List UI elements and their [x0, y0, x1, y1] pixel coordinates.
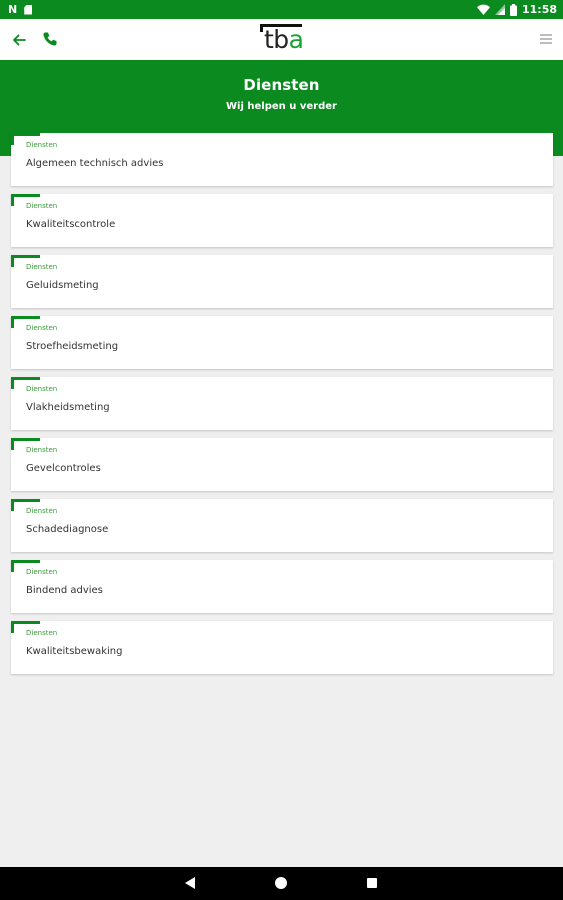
logo-text-a: a	[288, 25, 304, 54]
service-title: Algemeen technisch advies	[26, 158, 164, 169]
card-accent	[11, 194, 14, 206]
system-nav-bar	[0, 867, 563, 900]
service-category: Diensten	[26, 385, 58, 393]
service-title: Bindend advies	[26, 585, 103, 596]
service-card[interactable]: Diensten Vlakheidsmeting	[11, 377, 553, 430]
status-bar-left: N	[8, 3, 33, 16]
service-category: Diensten	[26, 629, 58, 637]
service-card[interactable]: Diensten Algemeen technisch advies	[11, 133, 553, 186]
card-accent	[11, 255, 40, 258]
card-accent	[11, 560, 40, 563]
service-category: Diensten	[26, 263, 58, 271]
card-accent	[11, 316, 14, 328]
service-card[interactable]: Diensten Geluidsmeting	[11, 255, 553, 308]
service-card[interactable]: Diensten Schadediagnose	[11, 499, 553, 552]
menu-line	[540, 38, 552, 40]
nav-home-icon[interactable]	[275, 877, 287, 889]
service-card[interactable]: Diensten Gevelcontroles	[11, 438, 553, 491]
services-list: Diensten Algemeen technisch advies Diens…	[11, 133, 553, 682]
service-title: Geluidsmeting	[26, 280, 99, 291]
card-accent	[11, 133, 40, 136]
logo-tick	[260, 24, 263, 32]
card-accent	[11, 316, 40, 319]
card-accent	[11, 255, 14, 267]
card-accent	[11, 438, 14, 450]
card-accent	[11, 499, 40, 502]
card-accent	[11, 621, 14, 633]
tba-logo: tba	[258, 22, 310, 56]
n-notification-icon: N	[8, 3, 18, 16]
menu-line	[540, 42, 552, 44]
status-bar: N 11:58	[0, 0, 563, 19]
page-title: Diensten	[243, 76, 320, 94]
card-accent	[11, 133, 14, 145]
service-card[interactable]: Diensten Stroefheidsmeting	[11, 316, 553, 369]
back-arrow-icon[interactable]	[10, 31, 28, 49]
card-accent	[11, 438, 40, 441]
service-category: Diensten	[26, 141, 58, 149]
status-bar-right: 11:58	[476, 2, 557, 17]
service-card[interactable]: Diensten Kwaliteitsbewaking	[11, 621, 553, 674]
service-category: Diensten	[26, 568, 58, 576]
service-card[interactable]: Diensten Bindend advies	[11, 560, 553, 613]
wifi-icon	[476, 4, 490, 15]
page-subtitle: Wij helpen u verder	[226, 101, 337, 112]
service-title: Kwaliteitsbewaking	[26, 646, 123, 657]
service-category: Diensten	[26, 446, 58, 454]
service-title: Gevelcontroles	[26, 463, 101, 474]
nav-recents-icon[interactable]	[367, 878, 377, 888]
signal-icon	[494, 4, 505, 15]
card-accent	[11, 377, 14, 389]
service-category: Diensten	[26, 507, 58, 515]
service-title: Vlakheidsmeting	[26, 402, 110, 413]
card-accent	[11, 560, 14, 572]
app-toolbar: tba	[0, 19, 563, 60]
service-title: Schadediagnose	[26, 524, 109, 535]
menu-line	[540, 34, 552, 36]
card-accent	[11, 377, 40, 380]
card-accent	[11, 499, 14, 511]
logo-text: tba	[264, 25, 304, 55]
card-accent	[11, 621, 40, 624]
service-category: Diensten	[26, 202, 58, 210]
nav-back-icon[interactable]	[185, 877, 195, 889]
battery-icon	[509, 3, 517, 16]
service-title: Stroefheidsmeting	[26, 341, 119, 352]
service-card[interactable]: Diensten Kwaliteitscontrole	[11, 194, 553, 247]
service-category: Diensten	[26, 324, 58, 332]
phone-icon[interactable]	[41, 30, 59, 48]
sd-card-icon	[24, 4, 33, 15]
card-accent	[11, 194, 40, 197]
status-time: 11:58	[521, 3, 557, 16]
service-title: Kwaliteitscontrole	[26, 219, 116, 230]
menu-icon[interactable]	[540, 34, 552, 44]
logo-text-tb: tb	[264, 25, 289, 54]
